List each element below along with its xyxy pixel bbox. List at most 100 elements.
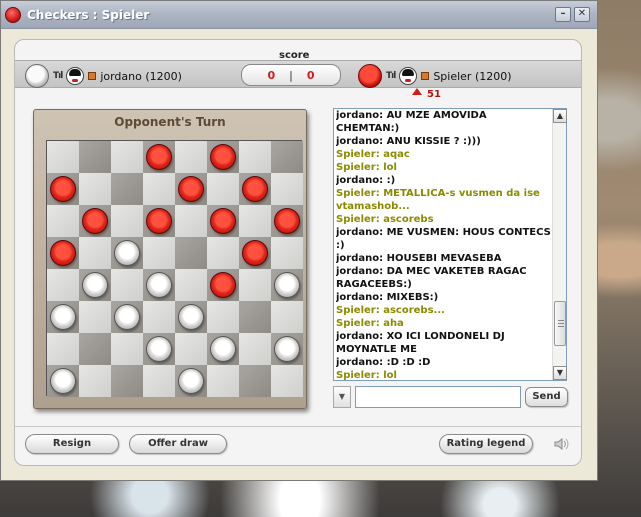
- board-square[interactable]: [47, 365, 79, 397]
- board-square[interactable]: [271, 237, 303, 269]
- board-square[interactable]: [111, 141, 143, 173]
- board-square[interactable]: [79, 333, 111, 365]
- board-square[interactable]: [239, 365, 271, 397]
- white-checker[interactable]: [146, 272, 172, 298]
- red-checker[interactable]: [210, 272, 236, 298]
- board-square[interactable]: [175, 205, 207, 237]
- board-square[interactable]: [47, 141, 79, 173]
- red-checker[interactable]: [210, 144, 236, 170]
- close-icon[interactable]: ✕: [574, 7, 590, 22]
- board-square[interactable]: [111, 333, 143, 365]
- white-checker[interactable]: [146, 336, 172, 362]
- scroll-down-icon[interactable]: ▼: [553, 366, 567, 380]
- board-square[interactable]: [271, 365, 303, 397]
- board-square[interactable]: [207, 333, 239, 365]
- board-square[interactable]: [239, 173, 271, 205]
- board-square[interactable]: [239, 269, 271, 301]
- rating-legend-button[interactable]: Rating legend: [439, 434, 533, 454]
- white-checker[interactable]: [274, 336, 300, 362]
- board-square[interactable]: [175, 301, 207, 333]
- white-checker[interactable]: [114, 304, 140, 330]
- board-square[interactable]: [207, 301, 239, 333]
- white-checker[interactable]: [178, 304, 204, 330]
- scroll-thumb[interactable]: [554, 301, 566, 346]
- board-square[interactable]: [47, 333, 79, 365]
- board-square[interactable]: [111, 301, 143, 333]
- board-square[interactable]: [271, 205, 303, 237]
- sound-toggle-icon[interactable]: [553, 437, 571, 451]
- chat-scrollbar[interactable]: ▲ ▼: [552, 109, 567, 380]
- red-checker[interactable]: [146, 208, 172, 234]
- board-square[interactable]: [79, 205, 111, 237]
- white-checker[interactable]: [50, 304, 76, 330]
- white-checker[interactable]: [210, 336, 236, 362]
- board-square[interactable]: [111, 237, 143, 269]
- board-square[interactable]: [143, 237, 175, 269]
- title-bar[interactable]: Checkers : Spieler – ✕: [1, 1, 597, 29]
- red-checker[interactable]: [242, 176, 268, 202]
- board-square[interactable]: [239, 205, 271, 237]
- board-square[interactable]: [143, 365, 175, 397]
- red-checker[interactable]: [242, 240, 268, 266]
- board-square[interactable]: [143, 173, 175, 205]
- checkers-board[interactable]: [46, 140, 303, 397]
- board-square[interactable]: [47, 173, 79, 205]
- board-square[interactable]: [271, 173, 303, 205]
- board-square[interactable]: [111, 269, 143, 301]
- white-checker[interactable]: [114, 240, 140, 266]
- board-square[interactable]: [79, 173, 111, 205]
- red-checker[interactable]: [210, 208, 236, 234]
- board-square[interactable]: [143, 205, 175, 237]
- red-checker[interactable]: [50, 176, 76, 202]
- board-square[interactable]: [47, 301, 79, 333]
- board-square[interactable]: [207, 365, 239, 397]
- minimize-icon[interactable]: –: [555, 7, 571, 22]
- board-square[interactable]: [239, 141, 271, 173]
- red-checker[interactable]: [146, 144, 172, 170]
- board-square[interactable]: [79, 365, 111, 397]
- board-square[interactable]: [79, 301, 111, 333]
- white-checker[interactable]: [50, 368, 76, 394]
- board-square[interactable]: [111, 365, 143, 397]
- board-square[interactable]: [271, 301, 303, 333]
- chat-input[interactable]: [355, 386, 521, 408]
- board-square[interactable]: [143, 301, 175, 333]
- player-left-name[interactable]: jordano (1200): [100, 70, 182, 83]
- red-checker[interactable]: [82, 208, 108, 234]
- emote-dropdown-icon[interactable]: ▼: [333, 386, 351, 408]
- board-square[interactable]: [111, 173, 143, 205]
- board-square[interactable]: [47, 237, 79, 269]
- resign-button[interactable]: Resign: [25, 434, 119, 454]
- board-square[interactable]: [175, 269, 207, 301]
- board-square[interactable]: [207, 237, 239, 269]
- board-square[interactable]: [175, 365, 207, 397]
- offer-draw-button[interactable]: Offer draw: [129, 434, 227, 454]
- red-checker[interactable]: [50, 240, 76, 266]
- red-checker[interactable]: [178, 176, 204, 202]
- board-square[interactable]: [271, 269, 303, 301]
- board-square[interactable]: [271, 333, 303, 365]
- board-square[interactable]: [47, 205, 79, 237]
- board-square[interactable]: [239, 301, 271, 333]
- board-square[interactable]: [47, 269, 79, 301]
- white-checker[interactable]: [178, 368, 204, 394]
- board-square[interactable]: [143, 269, 175, 301]
- board-square[interactable]: [143, 141, 175, 173]
- board-square[interactable]: [175, 333, 207, 365]
- board-square[interactable]: [239, 333, 271, 365]
- board-square[interactable]: [175, 141, 207, 173]
- board-square[interactable]: [207, 269, 239, 301]
- board-square[interactable]: [143, 333, 175, 365]
- board-square[interactable]: [207, 205, 239, 237]
- board-square[interactable]: [175, 173, 207, 205]
- board-square[interactable]: [207, 173, 239, 205]
- send-button[interactable]: Send: [525, 387, 568, 407]
- white-checker[interactable]: [274, 272, 300, 298]
- board-square[interactable]: [175, 237, 207, 269]
- red-checker[interactable]: [274, 208, 300, 234]
- board-square[interactable]: [239, 237, 271, 269]
- board-square[interactable]: [79, 141, 111, 173]
- board-square[interactable]: [79, 237, 111, 269]
- board-square[interactable]: [207, 141, 239, 173]
- board-square[interactable]: [271, 141, 303, 173]
